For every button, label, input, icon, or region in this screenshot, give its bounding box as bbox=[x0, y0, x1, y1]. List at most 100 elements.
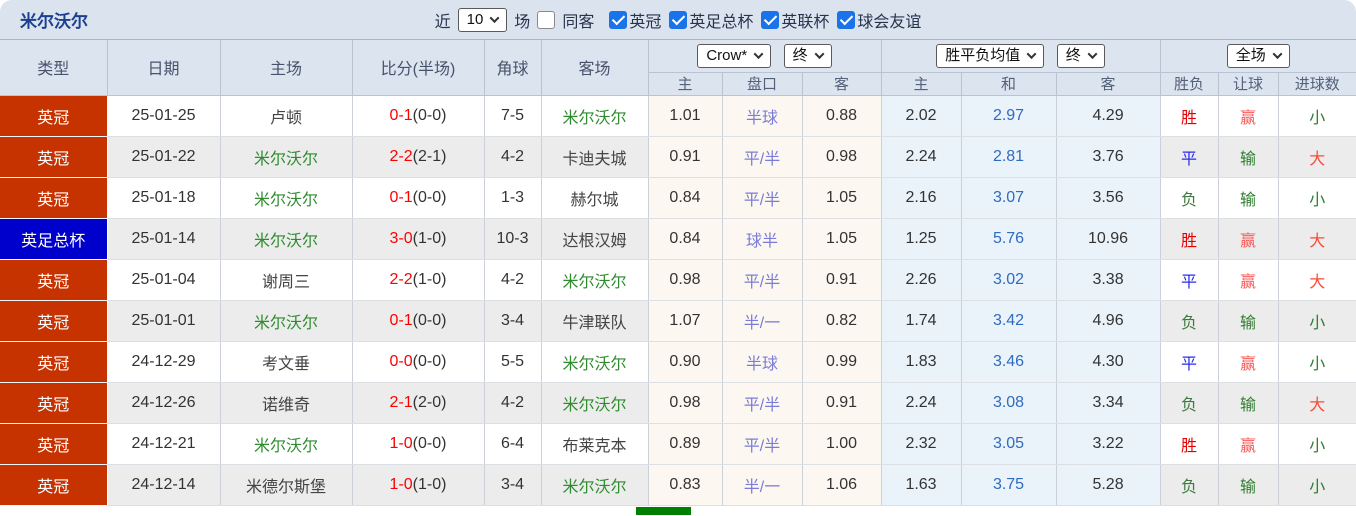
league-cell: 英冠 bbox=[0, 136, 108, 178]
outcome-result-cell: 负 bbox=[1160, 300, 1219, 342]
chevron-down-icon bbox=[814, 49, 825, 60]
home-team-cell: 米尔沃尔 bbox=[220, 218, 353, 260]
scrollbar-thumb[interactable] bbox=[636, 507, 691, 515]
result-group-header: 全场 bbox=[1159, 40, 1356, 73]
win-odds-cell: 2.26 bbox=[881, 259, 962, 301]
handicap-result-cell: 赢 bbox=[1218, 423, 1279, 465]
scope-select[interactable]: 全场 bbox=[1226, 43, 1290, 68]
col-header-type: 类型 bbox=[0, 40, 108, 96]
date-cell: 25-01-01 bbox=[107, 300, 221, 342]
odds-source-select[interactable]: Crow* bbox=[697, 43, 772, 68]
league-filter-group: 英冠 英足总杯 英联杯 球会友谊 bbox=[601, 8, 921, 32]
win-odds-cell: 1.83 bbox=[881, 341, 962, 383]
same-away-label[interactable]: 同客 bbox=[562, 8, 594, 32]
lose-odds-cell: 10.96 bbox=[1056, 218, 1161, 260]
same-away-checkbox[interactable] bbox=[537, 10, 556, 29]
date-cell: 25-01-14 bbox=[107, 218, 221, 260]
handicap-away-odds-cell: 1.05 bbox=[802, 177, 882, 219]
goals-result-cell: 小 bbox=[1278, 95, 1356, 137]
sub-header-goals-result: 进球数 bbox=[1277, 72, 1356, 96]
sub-header-eu-away: 客 bbox=[1055, 72, 1161, 96]
handicap-line-cell: 平/半 bbox=[722, 382, 803, 424]
odds-state-select[interactable]: 终 bbox=[783, 43, 832, 68]
col-header-score: 比分(半场) bbox=[351, 40, 485, 96]
filter-checkbox[interactable] bbox=[761, 10, 780, 29]
near-label: 近 bbox=[434, 13, 451, 31]
halftime-score: (0-0) bbox=[412, 352, 447, 370]
filter-checkbox[interactable] bbox=[609, 10, 628, 29]
away-team-cell: 米尔沃尔 bbox=[541, 95, 649, 137]
corner-cell: 7-5 bbox=[484, 95, 542, 137]
avg-odds-select[interactable]: 胜平负均值 bbox=[936, 43, 1045, 68]
handicap-home-odds-cell: 0.98 bbox=[648, 259, 723, 301]
halftime-score: (1-0) bbox=[412, 270, 447, 288]
handicap-result-cell: 输 bbox=[1218, 300, 1279, 342]
handicap-away-odds-cell: 0.82 bbox=[802, 300, 882, 342]
handicap-line-cell: 半/一 bbox=[722, 300, 803, 342]
win-odds-cell: 2.02 bbox=[881, 95, 962, 137]
avg-state-value: 终 bbox=[1065, 46, 1081, 64]
draw-odds-cell: 5.76 bbox=[961, 218, 1057, 260]
league-filter-item[interactable]: 英足总杯 bbox=[669, 8, 753, 32]
handicap-line-cell: 平/半 bbox=[722, 177, 803, 219]
handicap-away-odds-cell: 0.99 bbox=[802, 341, 882, 383]
fulltime-score: 0-1 bbox=[389, 106, 413, 124]
handicap-result-cell: 赢 bbox=[1218, 218, 1279, 260]
corner-cell: 4-2 bbox=[484, 136, 542, 178]
home-team-cell: 米尔沃尔 bbox=[220, 177, 353, 219]
goals-result-cell: 小 bbox=[1278, 464, 1356, 506]
chevron-down-icon bbox=[1026, 49, 1037, 60]
handicap-group-header: Crow* 终 bbox=[647, 40, 882, 73]
draw-odds-cell: 3.08 bbox=[961, 382, 1057, 424]
filter-label[interactable]: 英足总杯 bbox=[689, 8, 753, 32]
goals-result-cell: 小 bbox=[1278, 423, 1356, 465]
lose-odds-cell: 3.76 bbox=[1056, 136, 1161, 178]
fulltime-score: 2-1 bbox=[389, 393, 413, 411]
sub-header-eu-draw: 和 bbox=[960, 72, 1057, 96]
league-cell: 英冠 bbox=[0, 382, 108, 424]
handicap-line-cell: 平/半 bbox=[722, 259, 803, 301]
home-team-cell: 米尔沃尔 bbox=[220, 300, 353, 342]
filter-label[interactable]: 英冠 bbox=[629, 8, 661, 32]
halftime-score: (0-0) bbox=[412, 106, 447, 124]
score-cell: 2-2(2-1) bbox=[352, 136, 485, 178]
chevron-down-icon bbox=[1087, 49, 1098, 60]
handicap-away-odds-cell: 1.05 bbox=[802, 218, 882, 260]
league-cell: 英冠 bbox=[0, 259, 108, 301]
sub-header-ah-home: 主 bbox=[648, 72, 723, 96]
league-filter-item[interactable]: 英冠 bbox=[609, 8, 661, 32]
corner-cell: 6-4 bbox=[484, 423, 542, 465]
draw-odds-cell: 2.81 bbox=[961, 136, 1057, 178]
chevron-down-icon bbox=[489, 13, 500, 24]
outcome-result-cell: 平 bbox=[1160, 341, 1219, 383]
handicap-line-cell: 半/一 bbox=[722, 464, 803, 506]
filter-label[interactable]: 球会友谊 bbox=[857, 8, 921, 32]
league-filter-item[interactable]: 球会友谊 bbox=[837, 8, 921, 32]
fulltime-score: 1-0 bbox=[389, 475, 413, 493]
draw-odds-cell: 3.75 bbox=[961, 464, 1057, 506]
match-count-select[interactable]: 10 bbox=[457, 7, 508, 32]
filter-checkbox[interactable] bbox=[837, 10, 856, 29]
fulltime-score: 1-0 bbox=[389, 434, 413, 452]
away-team-cell: 牛津联队 bbox=[541, 300, 649, 342]
league-filter-item[interactable]: 英联杯 bbox=[761, 8, 829, 32]
filter-label[interactable]: 英联杯 bbox=[781, 8, 829, 32]
score-cell: 0-1(0-0) bbox=[352, 177, 485, 219]
filter-checkbox[interactable] bbox=[669, 10, 688, 29]
handicap-home-odds-cell: 1.01 bbox=[648, 95, 723, 137]
league-cell: 英冠 bbox=[0, 300, 108, 342]
lose-odds-cell: 3.34 bbox=[1056, 382, 1161, 424]
handicap-home-odds-cell: 0.90 bbox=[648, 341, 723, 383]
corner-cell: 10-3 bbox=[484, 218, 542, 260]
goals-result-cell: 大 bbox=[1278, 218, 1356, 260]
match-row: 英冠 25-01-04 谢周三 2-2(1-0) 4-2 米尔沃尔 0.98 平/半 0.91 2… bbox=[0, 259, 1356, 301]
outcome-result-cell: 胜 bbox=[1160, 423, 1219, 465]
match-row: 英冠 25-01-18 米尔沃尔 0-1(0-0) 1-3 赫尔城 0.84 平/半 1.05 2… bbox=[0, 177, 1356, 219]
halftime-score: (0-0) bbox=[412, 311, 447, 329]
sub-header-ah-line: 盘口 bbox=[721, 72, 803, 96]
handicap-home-odds-cell: 0.91 bbox=[648, 136, 723, 178]
handicap-away-odds-cell: 0.98 bbox=[802, 136, 882, 178]
outcome-result-cell: 负 bbox=[1160, 464, 1219, 506]
avg-state-select[interactable]: 终 bbox=[1056, 43, 1105, 68]
handicap-result-cell: 赢 bbox=[1218, 341, 1279, 383]
